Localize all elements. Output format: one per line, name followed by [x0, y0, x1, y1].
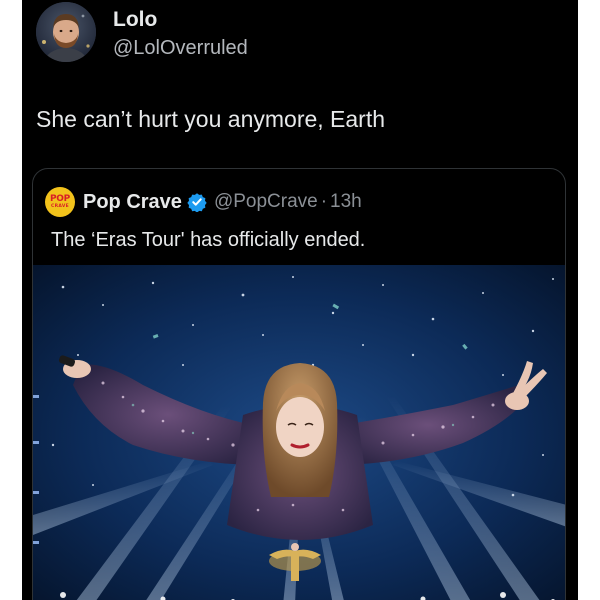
quoted-tweet[interactable]: POP CRAVE Pop Crave @PopCrave · 13h The … [32, 168, 566, 600]
tweet-author[interactable]: Lolo @LolOverruled [36, 2, 248, 64]
author-display-name[interactable]: Lolo [113, 8, 248, 32]
pop-crave-logo[interactable]: POP CRAVE [45, 187, 75, 217]
tweet-text: She can’t hurt you anymore, Earth [36, 106, 386, 132]
quoted-author-name[interactable]: Pop Crave [83, 191, 182, 214]
verified-badge-icon [187, 192, 207, 213]
logo-text-bottom: CRAVE [50, 204, 69, 209]
quoted-tweet-text: The ‘Eras Tour' has officially ended. [51, 229, 366, 251]
quoted-tweet-media[interactable] [33, 265, 565, 600]
quoted-tweet-time[interactable]: 13h [330, 191, 362, 213]
separator-dot: · [320, 191, 328, 212]
quoted-tweet-header[interactable]: POP CRAVE Pop Crave @PopCrave · 13h [45, 187, 362, 217]
avatar[interactable] [36, 2, 96, 62]
tweet-card[interactable]: Lolo @LolOverruled She can’t hurt you an… [22, 0, 578, 600]
author-handle[interactable]: @LolOverruled [113, 35, 248, 61]
quoted-author-handle[interactable]: @PopCrave [214, 191, 318, 213]
logo-text-top: POP [50, 194, 70, 204]
